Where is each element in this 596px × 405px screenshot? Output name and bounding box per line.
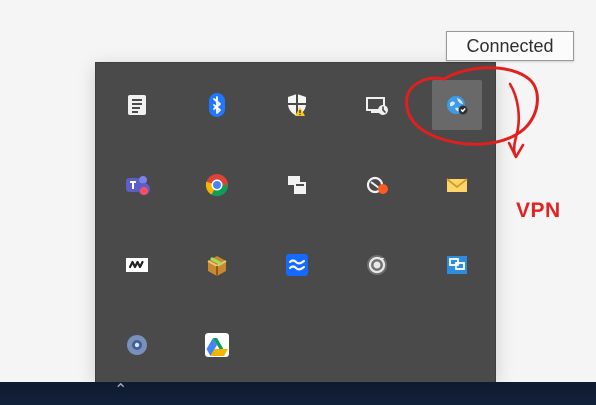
tray-item-package[interactable] [192, 240, 242, 290]
tray-item-notes[interactable] [112, 80, 162, 130]
tray-item-chrome[interactable] [192, 160, 242, 210]
tray-item-mail[interactable] [432, 160, 482, 210]
screens-icon [447, 256, 467, 274]
tray-item-screens[interactable] [432, 240, 482, 290]
vpn-annotation-label: VPN [516, 199, 561, 222]
circular-arrow-icon [367, 255, 387, 275]
mail-icon [446, 178, 468, 192]
windows-pair-icon [288, 176, 306, 194]
settings-orb-icon [127, 335, 147, 355]
tray-item-recording[interactable] [352, 160, 402, 210]
tray-item-settings-orb[interactable] [112, 320, 162, 370]
wave-logo-icon [126, 258, 148, 272]
security-warning-icon [288, 94, 306, 116]
google-drive-icon [205, 333, 229, 357]
windows-taskbar: ⌃ [0, 382, 596, 405]
teams-icon [126, 176, 150, 195]
sync-waves-icon [286, 254, 308, 276]
tooltip-connected: Connected [446, 31, 574, 61]
bluetooth-icon [209, 93, 225, 117]
screenshot-stage: Connected VPN ⌃ [0, 0, 596, 405]
recording-icon [366, 176, 388, 194]
tray-item-sync-waves[interactable] [272, 240, 322, 290]
notes-icon [128, 95, 146, 115]
chrome-icon [205, 174, 229, 197]
taskbar-partial-icon: ⌃ [114, 380, 128, 399]
tray-item-bluetooth[interactable] [192, 80, 242, 130]
tray-item-remote-display[interactable] [352, 80, 402, 130]
package-icon [207, 256, 227, 276]
tray-item-circular-arrow[interactable] [352, 240, 402, 290]
system-tray-overflow [96, 63, 495, 382]
tray-item-windows-pair[interactable] [272, 160, 322, 210]
vpn-globe-icon [447, 96, 468, 115]
remote-display-icon [366, 97, 388, 115]
tray-item-wave-logo[interactable] [112, 240, 162, 290]
tray-item-google-drive[interactable] [192, 320, 242, 370]
tray-item-security[interactable] [272, 80, 322, 130]
tray-item-teams[interactable] [112, 160, 162, 210]
tray-item-vpn[interactable] [432, 80, 482, 130]
